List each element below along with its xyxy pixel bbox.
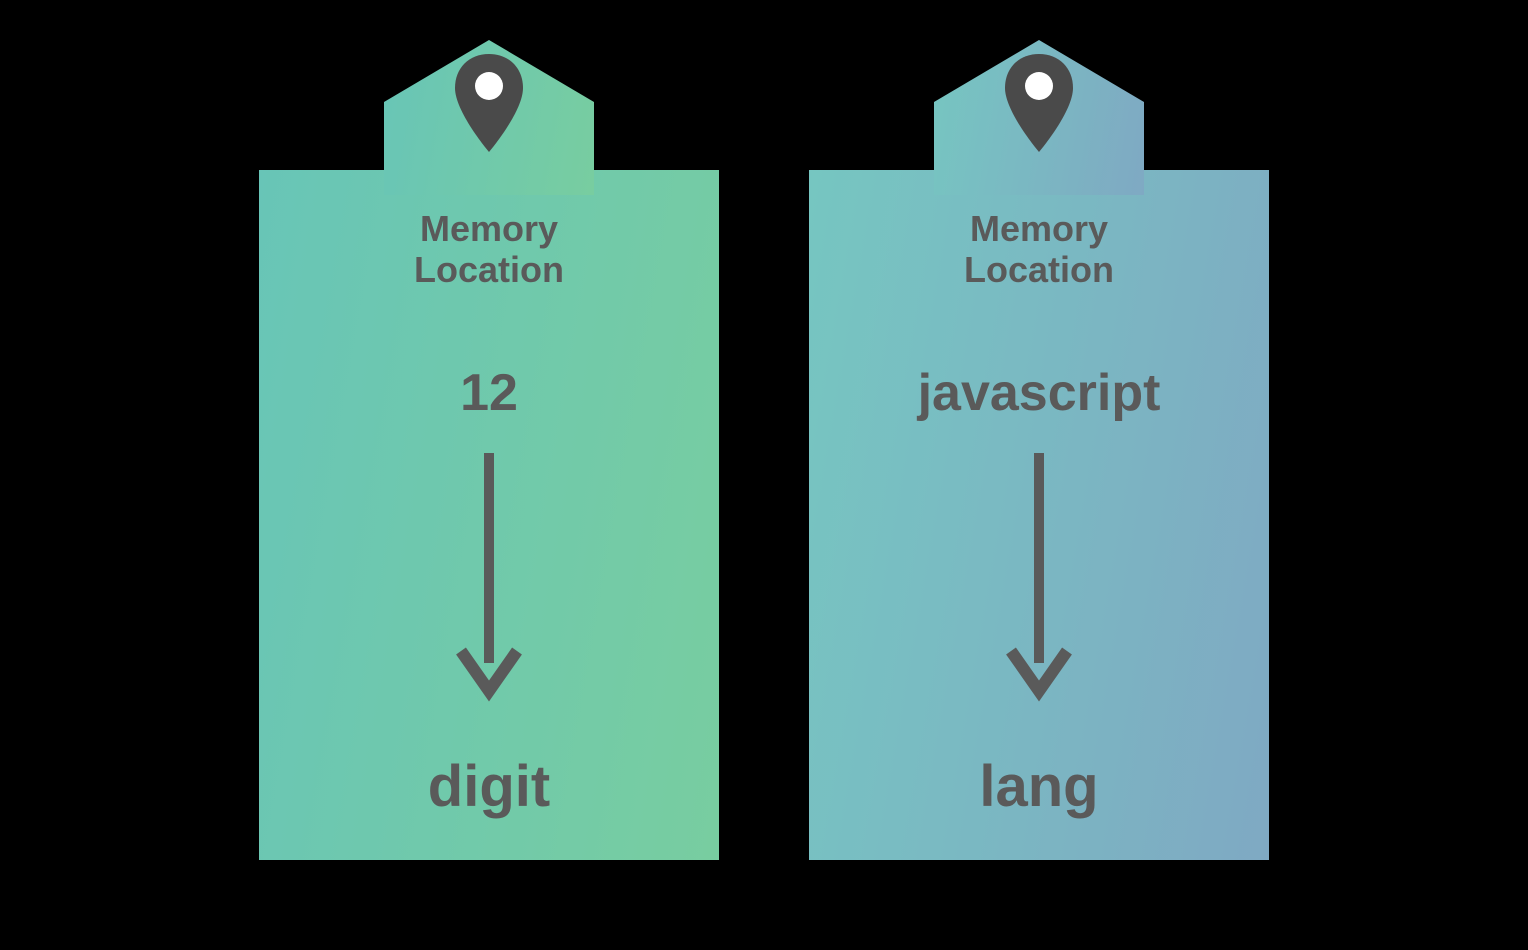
label-line-2: Location <box>414 249 564 290</box>
location-pin-icon <box>449 54 529 154</box>
memory-card-lang: Memory Location javascript lang <box>809 40 1269 860</box>
variable-name: digit <box>428 753 550 820</box>
stored-value: javascript <box>918 363 1161 423</box>
label-line-2: Location <box>964 249 1114 290</box>
diagram-stage: Memory Location 12 digit Memory Location… <box>259 40 1269 860</box>
location-pin-icon <box>999 54 1079 154</box>
memory-card-digit: Memory Location 12 digit <box>259 40 719 860</box>
memory-location-label: Memory Location <box>964 208 1114 291</box>
card-body: Memory Location javascript lang <box>809 170 1269 860</box>
card-body: Memory Location 12 digit <box>259 170 719 860</box>
stored-value: 12 <box>460 363 518 423</box>
label-line-1: Memory <box>970 208 1108 249</box>
arrow-down-icon <box>999 453 1079 713</box>
label-line-1: Memory <box>420 208 558 249</box>
variable-name: lang <box>979 753 1098 820</box>
memory-location-label: Memory Location <box>414 208 564 291</box>
arrow-down-icon <box>449 453 529 713</box>
